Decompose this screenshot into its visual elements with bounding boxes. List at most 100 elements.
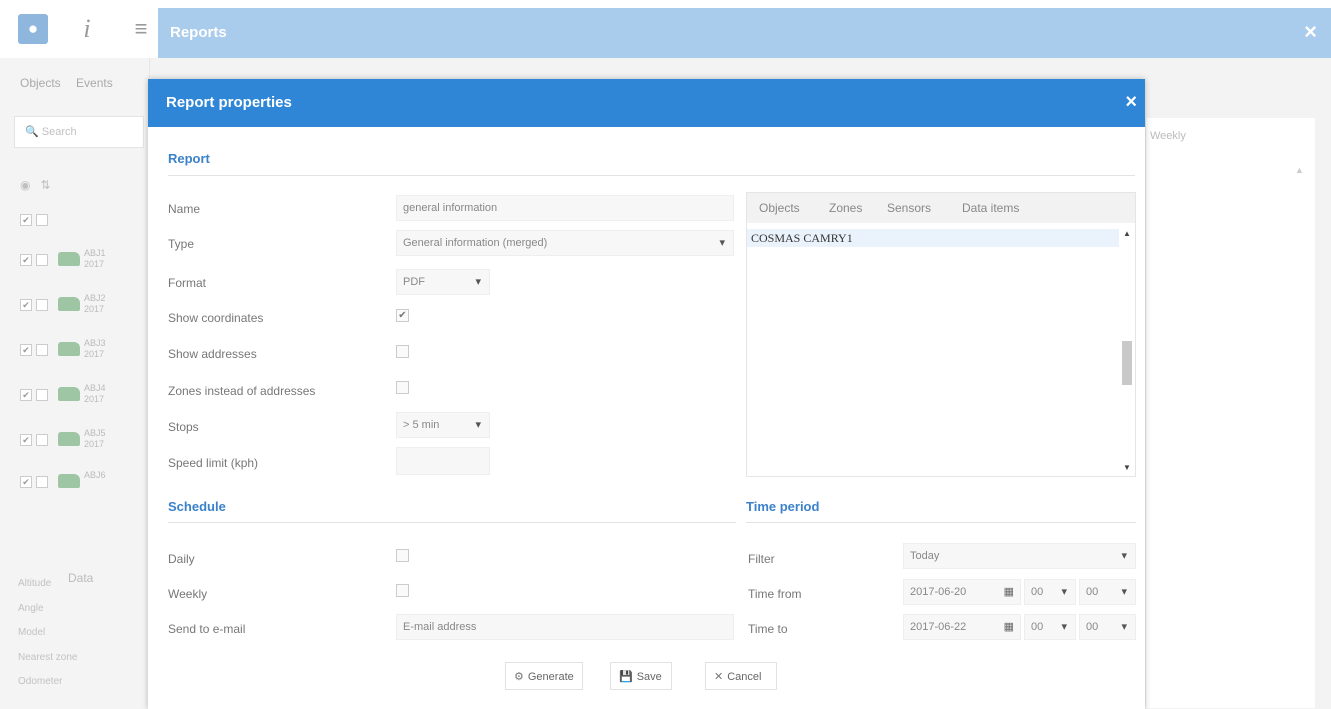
- generate-button[interactable]: ⚙ Generate: [505, 662, 583, 690]
- dialog-title: Report properties: [166, 94, 292, 111]
- save-button[interactable]: 💾 Save: [610, 662, 672, 690]
- time-period-section-title: Time period: [746, 499, 820, 514]
- object-row[interactable]: ✔ ABJ6: [20, 470, 150, 500]
- follow-checkbox[interactable]: [36, 389, 48, 401]
- minute-from-select[interactable]: 00: [1079, 579, 1136, 605]
- schedule-section-title: Schedule: [168, 499, 226, 514]
- section-divider: [168, 522, 736, 523]
- follow-checkbox[interactable]: [36, 476, 48, 488]
- object-row[interactable]: ✔ ABJ1 2017: [20, 248, 150, 278]
- scroll-thumb[interactable]: [1122, 341, 1132, 385]
- tab-zones[interactable]: Zones: [829, 201, 862, 215]
- property-label: Model: [18, 627, 46, 638]
- property-label: Altitude: [18, 578, 52, 589]
- visible-checkbox[interactable]: ✔: [20, 389, 32, 401]
- car-icon: [58, 342, 80, 356]
- left-panel: Objects Events 🔍 Search ◉ ⇅ ✔ ✔ ABJ1 2017…: [0, 58, 150, 709]
- calendar-icon[interactable]: ▦: [1004, 620, 1014, 633]
- type-label: Type: [168, 237, 195, 251]
- weekly-checkbox[interactable]: [396, 584, 409, 597]
- tab-objects[interactable]: Objects: [20, 76, 61, 90]
- follow-checkbox[interactable]: [36, 434, 48, 446]
- format-select[interactable]: PDF: [396, 269, 490, 295]
- visible-checkbox[interactable]: ✔: [20, 476, 32, 488]
- visible-checkbox[interactable]: ✔: [20, 434, 32, 446]
- tab-sensors[interactable]: Sensors: [887, 201, 931, 215]
- zones-instead-label: Zones instead of addresses: [168, 384, 316, 398]
- show-coordinates-checkbox[interactable]: ✔: [396, 309, 409, 322]
- filter-label: Filter: [748, 552, 775, 566]
- generate-label: Generate: [527, 671, 574, 683]
- dialog-header: Report properties ×: [148, 79, 1145, 127]
- time-to-label: Time to: [748, 622, 788, 636]
- globe-icon[interactable]: ●: [18, 14, 48, 44]
- follow-checkbox[interactable]: [36, 344, 48, 356]
- visible-checkbox[interactable]: ✔: [20, 344, 32, 356]
- date-from-field[interactable]: 2017-06-20 ▦: [903, 579, 1021, 605]
- object-row[interactable]: ✔ ABJ3 2017: [20, 338, 150, 368]
- object-panel-tabs: Objects Zones Sensors Data items: [747, 193, 1135, 223]
- object-list-scrollbar[interactable]: ▲ ▼: [1119, 223, 1135, 476]
- show-addresses-label: Show addresses: [168, 347, 257, 361]
- object-search-input[interactable]: 🔍 Search: [14, 116, 144, 148]
- cancel-icon: ✕: [714, 671, 724, 683]
- left-tabs: Objects Events: [20, 76, 125, 90]
- object-name: ABJ2 2017: [84, 293, 106, 314]
- email-field[interactable]: E-mail address: [396, 614, 734, 640]
- name-field[interactable]: general information: [396, 195, 734, 221]
- info-icon[interactable]: i: [72, 14, 102, 44]
- minute-to-select[interactable]: 00: [1079, 614, 1136, 640]
- select-all-visible-checkbox[interactable]: ✔: [20, 214, 32, 226]
- list-item[interactable]: COSMAS CAMRY1: [747, 229, 1119, 247]
- object-row[interactable]: ✔ ABJ2 2017: [20, 293, 150, 323]
- generate-icon: ⚙: [514, 671, 524, 683]
- object-row[interactable]: ✔ ABJ5 2017: [20, 428, 150, 458]
- tab-data-items[interactable]: Data items: [962, 201, 1019, 215]
- scroll-up-icon[interactable]: ▲: [1295, 165, 1304, 175]
- show-addresses-checkbox[interactable]: [396, 345, 409, 358]
- date-to-field[interactable]: 2017-06-22 ▦: [903, 614, 1021, 640]
- cancel-label: Cancel: [727, 671, 762, 683]
- data-tab[interactable]: Data: [68, 571, 93, 585]
- format-label: Format: [168, 276, 207, 290]
- car-icon: [58, 432, 80, 446]
- visible-checkbox[interactable]: ✔: [20, 254, 32, 266]
- select-all-follow-checkbox[interactable]: [36, 214, 48, 226]
- scroll-up-icon[interactable]: ▲: [1123, 229, 1131, 238]
- object-name: ABJ1 2017: [84, 248, 106, 269]
- date-from-value: 2017-06-20: [910, 586, 967, 598]
- list-header-icons: ◉ ⇅: [20, 178, 51, 192]
- time-from-label: Time from: [748, 587, 802, 601]
- filter-select[interactable]: Today: [903, 543, 1136, 569]
- visible-checkbox[interactable]: ✔: [20, 299, 32, 311]
- hour-to-select[interactable]: 00: [1024, 614, 1076, 640]
- daily-label: Daily: [168, 552, 195, 566]
- car-icon: [58, 387, 80, 401]
- stops-select[interactable]: > 5 min: [396, 412, 490, 438]
- save-icon: 💾: [619, 671, 633, 683]
- object-row[interactable]: ✔ ABJ4 2017: [20, 383, 150, 413]
- cancel-button[interactable]: ✕ Cancel: [705, 662, 777, 690]
- section-divider: [746, 522, 1136, 523]
- zones-instead-checkbox[interactable]: [396, 381, 409, 394]
- report-properties-dialog: Report properties × Report Name general …: [148, 79, 1145, 709]
- send-email-label: Send to e-mail: [168, 622, 246, 636]
- tab-objects[interactable]: Objects: [759, 201, 800, 215]
- object-name: ABJ5 2017: [84, 428, 106, 449]
- follow-checkbox[interactable]: [36, 299, 48, 311]
- reports-close-icon[interactable]: ×: [1304, 19, 1317, 45]
- scroll-down-icon[interactable]: ▼: [1123, 463, 1131, 472]
- tab-events[interactable]: Events: [76, 76, 113, 90]
- daily-checkbox[interactable]: [396, 549, 409, 562]
- speed-limit-label: Speed limit (kph): [168, 456, 259, 470]
- type-select[interactable]: General information (merged): [396, 230, 734, 256]
- follow-checkbox[interactable]: [36, 254, 48, 266]
- dialog-close-icon[interactable]: ×: [1125, 91, 1137, 114]
- menu-icon[interactable]: ≡: [126, 14, 156, 44]
- calendar-icon[interactable]: ▦: [1004, 585, 1014, 598]
- speed-limit-field[interactable]: [396, 447, 490, 475]
- object-name: ABJ6: [84, 470, 106, 480]
- hour-from-select[interactable]: 00: [1024, 579, 1076, 605]
- show-coordinates-label: Show coordinates: [168, 311, 264, 325]
- search-placeholder: Search: [41, 126, 77, 138]
